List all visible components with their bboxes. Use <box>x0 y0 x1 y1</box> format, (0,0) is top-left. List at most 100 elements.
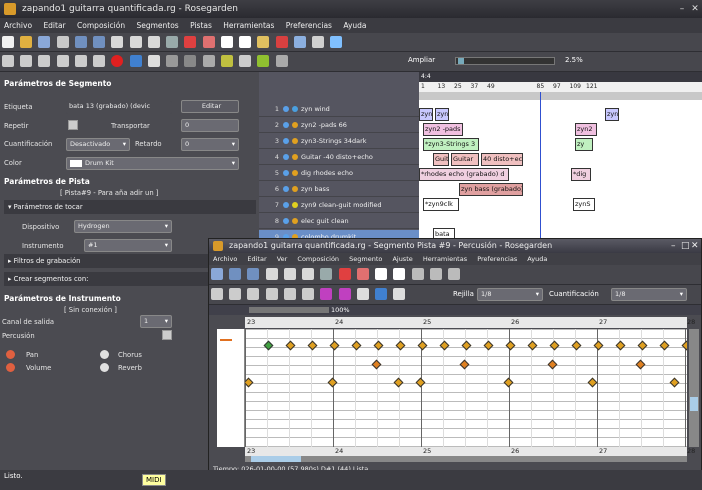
loop-icon[interactable] <box>338 288 351 300</box>
repeat-checkbox[interactable] <box>68 120 78 130</box>
cursor-follow-icon[interactable] <box>375 288 388 300</box>
marker-icon[interactable] <box>220 55 233 67</box>
track-row[interactable]: 4 Guitar -40 disto+echo <box>259 150 419 165</box>
vertical-scrollbar[interactable] <box>689 329 699 447</box>
mute-led-icon[interactable] <box>283 170 289 176</box>
drum-hit[interactable] <box>547 359 558 370</box>
paste-icon[interactable] <box>302 268 315 280</box>
percussion-grid[interactable] <box>245 329 687 447</box>
new-file-icon[interactable] <box>2 36 14 48</box>
redo-icon[interactable] <box>93 36 106 48</box>
split-tool-icon[interactable] <box>411 268 424 280</box>
transpose-spinbox[interactable]: 0 <box>181 119 239 132</box>
segment-block[interactable]: *rhodes echo (grabado) d <box>419 168 509 181</box>
record-led-icon[interactable] <box>292 186 298 192</box>
menu-composicion[interactable]: Composición <box>77 21 125 30</box>
drum-hit[interactable] <box>659 340 670 351</box>
track-row[interactable]: 1 zyn wind <box>259 102 419 117</box>
record-led-icon[interactable] <box>292 122 298 128</box>
play-icon[interactable] <box>38 55 51 67</box>
perc-menu-editar[interactable]: Editar <box>247 255 266 263</box>
menu-preferencias[interactable]: Preferencias <box>286 21 332 30</box>
menu-segmentos[interactable]: Segmentos <box>136 21 178 30</box>
cut-icon[interactable] <box>111 36 124 48</box>
drum-hit[interactable] <box>245 377 254 388</box>
track-row[interactable]: 3 zyn3-Strings 34dark <box>259 134 419 149</box>
filter-icon[interactable] <box>429 268 442 280</box>
track-name[interactable]: dig rhodes echo <box>301 169 353 177</box>
drum-hit[interactable] <box>461 340 472 351</box>
undo-icon[interactable] <box>74 36 87 48</box>
track-name[interactable]: elec guit clean <box>301 217 349 225</box>
chorus-knob-icon[interactable] <box>100 350 109 359</box>
forward-end-icon[interactable] <box>74 55 87 67</box>
segment-block[interactable]: *dig <box>571 168 591 181</box>
zoom-icon[interactable] <box>239 55 252 67</box>
perc-menu-ajuste[interactable]: Ajuste <box>392 255 412 263</box>
cut-icon[interactable] <box>265 268 278 280</box>
pencil-tool-icon[interactable] <box>338 268 351 280</box>
track-name[interactable]: zyn2 -pads 66 <box>301 121 347 129</box>
reverb-knob-icon[interactable] <box>100 363 109 372</box>
step-record-icon[interactable] <box>320 288 333 300</box>
edit-button[interactable]: Editar <box>181 100 239 113</box>
track-name[interactable]: zyn3-Strings 34dark <box>301 137 367 145</box>
segment-block[interactable]: zynS <box>573 198 595 211</box>
zoom-slider[interactable] <box>249 307 329 313</box>
device-dropdown[interactable]: Hydrogen <box>74 220 172 233</box>
drum-key-column[interactable] <box>217 329 245 447</box>
segment-block[interactable]: zyn <box>605 108 619 121</box>
perc-menu-archivo[interactable]: Archivo <box>213 255 237 263</box>
mute-led-icon[interactable] <box>283 154 289 160</box>
drum-hit[interactable] <box>415 377 426 388</box>
select-tool-icon[interactable] <box>166 36 179 48</box>
mixer-icon[interactable] <box>166 55 179 67</box>
menu-herramientas[interactable]: Herramientas <box>223 21 274 30</box>
metronome-icon[interactable] <box>330 36 343 48</box>
segment-block[interactable]: zy <box>575 138 593 151</box>
print-icon[interactable] <box>56 36 69 48</box>
redo-icon[interactable] <box>247 268 260 280</box>
tempo-icon[interactable] <box>202 55 215 67</box>
volume-knob-icon[interactable] <box>6 363 15 372</box>
record-led-icon[interactable] <box>292 170 298 176</box>
close-icon[interactable]: ✕ <box>691 239 699 253</box>
segment-block[interactable]: *zyn3-Strings 3 <box>423 138 479 151</box>
menu-ayuda[interactable]: Ayuda <box>343 21 366 30</box>
drum-hit[interactable] <box>615 340 626 351</box>
track-name[interactable]: zyn wind <box>301 105 330 113</box>
maximize-icon[interactable]: □ <box>681 239 690 253</box>
rewind-start-icon[interactable] <box>2 55 14 67</box>
mute-led-icon[interactable] <box>283 218 289 224</box>
drum-hit[interactable] <box>393 377 404 388</box>
drum-hit[interactable] <box>681 340 687 351</box>
pencil-tool-icon[interactable] <box>184 36 197 48</box>
drum-hit[interactable] <box>505 340 516 351</box>
select-tool-icon[interactable] <box>320 268 333 280</box>
bar-ruler[interactable]: 1 13 25 37 49 85 97 109 121 <box>419 82 702 92</box>
record-led-icon[interactable] <box>292 202 298 208</box>
track-row[interactable]: 6 zyn bass <box>259 182 419 197</box>
drum-hit[interactable] <box>395 340 406 351</box>
drum-hit[interactable] <box>669 377 680 388</box>
segment-block[interactable]: Guit <box>433 153 449 166</box>
resize-tool-icon[interactable] <box>239 36 252 48</box>
drum-hit[interactable] <box>635 359 646 370</box>
close-icon[interactable]: ✕ <box>689 3 701 15</box>
drum-hit[interactable] <box>483 340 494 351</box>
drum-hit[interactable] <box>459 359 470 370</box>
audio-icon[interactable] <box>184 55 197 67</box>
rewind-start-icon[interactable] <box>211 288 223 300</box>
horizontal-scrollbar[interactable] <box>245 456 687 462</box>
drum-hit[interactable] <box>549 340 560 351</box>
play-params-section[interactable]: ▾ Parámetros de tocar <box>4 200 256 214</box>
segment-block[interactable]: zyn <box>435 108 449 121</box>
drum-hit[interactable] <box>263 340 274 351</box>
record-led-icon[interactable] <box>292 138 298 144</box>
perc-menu-ayuda[interactable]: Ayuda <box>527 255 547 263</box>
loop-icon[interactable] <box>129 55 142 67</box>
solo-icon[interactable] <box>356 288 369 300</box>
stop-icon[interactable] <box>93 55 106 67</box>
copy-icon[interactable] <box>129 36 142 48</box>
record-led-icon[interactable] <box>292 218 298 224</box>
